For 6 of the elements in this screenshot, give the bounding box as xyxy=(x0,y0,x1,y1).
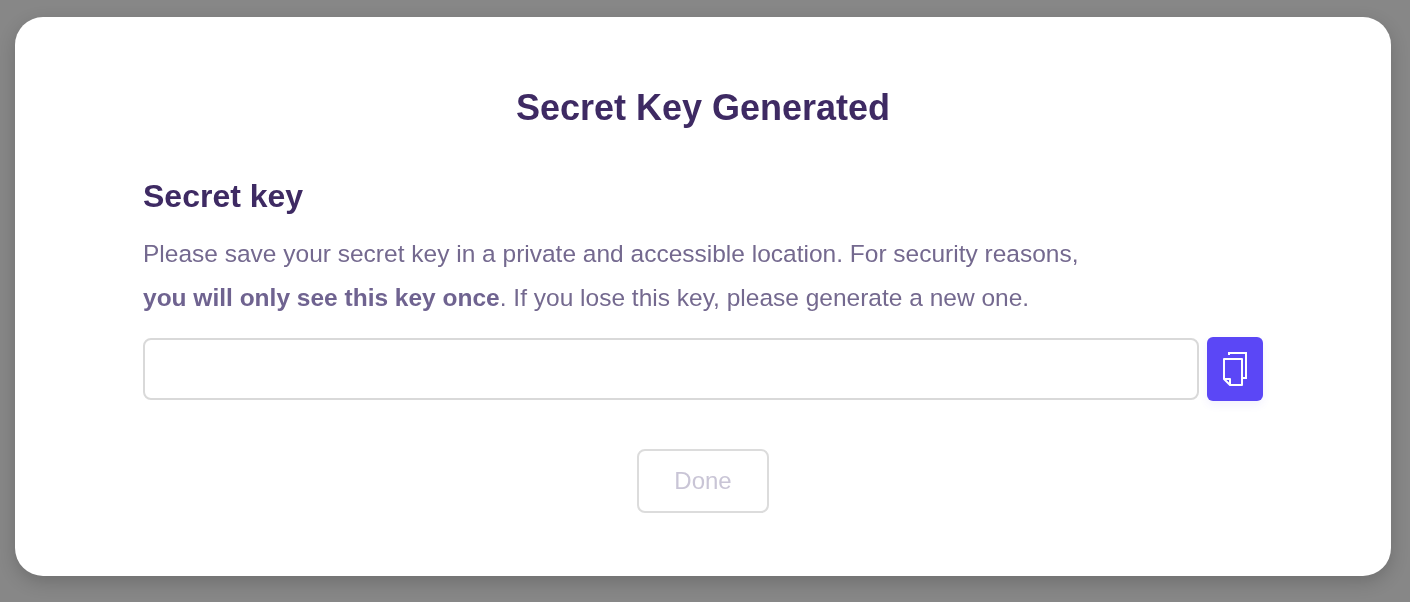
description-text: Please save your secret key in a private and accessible location. For security reasons, you will only see this key once. If you lose this key, please generate a new one. xyxy=(143,239,1080,313)
secret-key-field[interactable] xyxy=(143,338,1199,400)
section-heading: Secret key xyxy=(143,177,305,216)
copy-icon xyxy=(1221,352,1248,386)
copy-button[interactable] xyxy=(1206,337,1263,401)
dialog-title: Secret Key Generated xyxy=(514,86,892,130)
